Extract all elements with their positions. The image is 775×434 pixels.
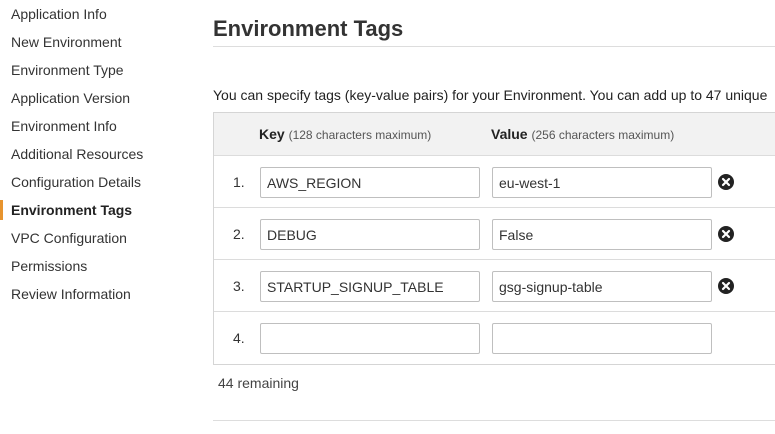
tag-key-input[interactable] [260,167,480,198]
sidebar-item-environment-type[interactable]: Environment Type [0,56,190,84]
sidebar-item-permissions[interactable]: Permissions [0,252,190,280]
value-column-header: Value (256 characters maximum) [491,113,674,156]
remove-tag-icon[interactable] [718,226,734,242]
tag-key-input[interactable] [260,271,480,302]
intro-text: You can specify tags (key-value pairs) f… [213,87,768,103]
remaining-count: 44 remaining [218,375,299,391]
tag-value-input[interactable] [492,219,712,250]
key-column-header: Key (128 characters maximum) [259,113,431,156]
remove-tag-icon[interactable] [718,278,734,294]
main-content: Environment Tags You can specify tags (k… [213,0,775,434]
bottom-divider [213,420,775,421]
sidebar-item-environment-tags[interactable]: Environment Tags [0,196,190,224]
key-header-label: Key [259,126,285,142]
sidebar-item-application-info[interactable]: Application Info [0,0,190,28]
row-number: 4. [233,330,245,346]
row-number: 1. [233,174,245,190]
value-header-label: Value [491,126,528,142]
tag-row: 1. [214,156,775,208]
row-number: 2. [233,226,245,242]
sidebar-item-review-information[interactable]: Review Information [0,280,190,308]
row-number: 3. [233,278,245,294]
sidebar-item-application-version[interactable]: Application Version [0,84,190,112]
sidebar-nav: Application Info New Environment Environ… [0,0,190,434]
sidebar-item-configuration-details[interactable]: Configuration Details [0,168,190,196]
tag-row: 3. [214,260,775,312]
value-header-hint: (256 characters maximum) [531,128,675,142]
key-header-hint: (128 characters maximum) [288,128,432,142]
tag-value-input[interactable] [492,323,712,354]
tag-row: 4. [214,312,775,364]
tag-row: 2. [214,208,775,260]
remove-tag-icon[interactable] [718,174,734,190]
tags-table: Key (128 characters maximum) Value (256 … [213,112,775,365]
tag-key-input[interactable] [260,219,480,250]
title-divider [213,46,775,47]
tag-value-input[interactable] [492,271,712,302]
page-title: Environment Tags [213,16,404,41]
table-header: Key (128 characters maximum) Value (256 … [214,113,775,156]
sidebar-item-vpc-configuration[interactable]: VPC Configuration [0,224,190,252]
tag-value-input[interactable] [492,167,712,198]
sidebar-item-new-environment[interactable]: New Environment [0,28,190,56]
sidebar-item-environment-info[interactable]: Environment Info [0,112,190,140]
tag-key-input[interactable] [260,323,480,354]
sidebar-item-additional-resources[interactable]: Additional Resources [0,140,190,168]
